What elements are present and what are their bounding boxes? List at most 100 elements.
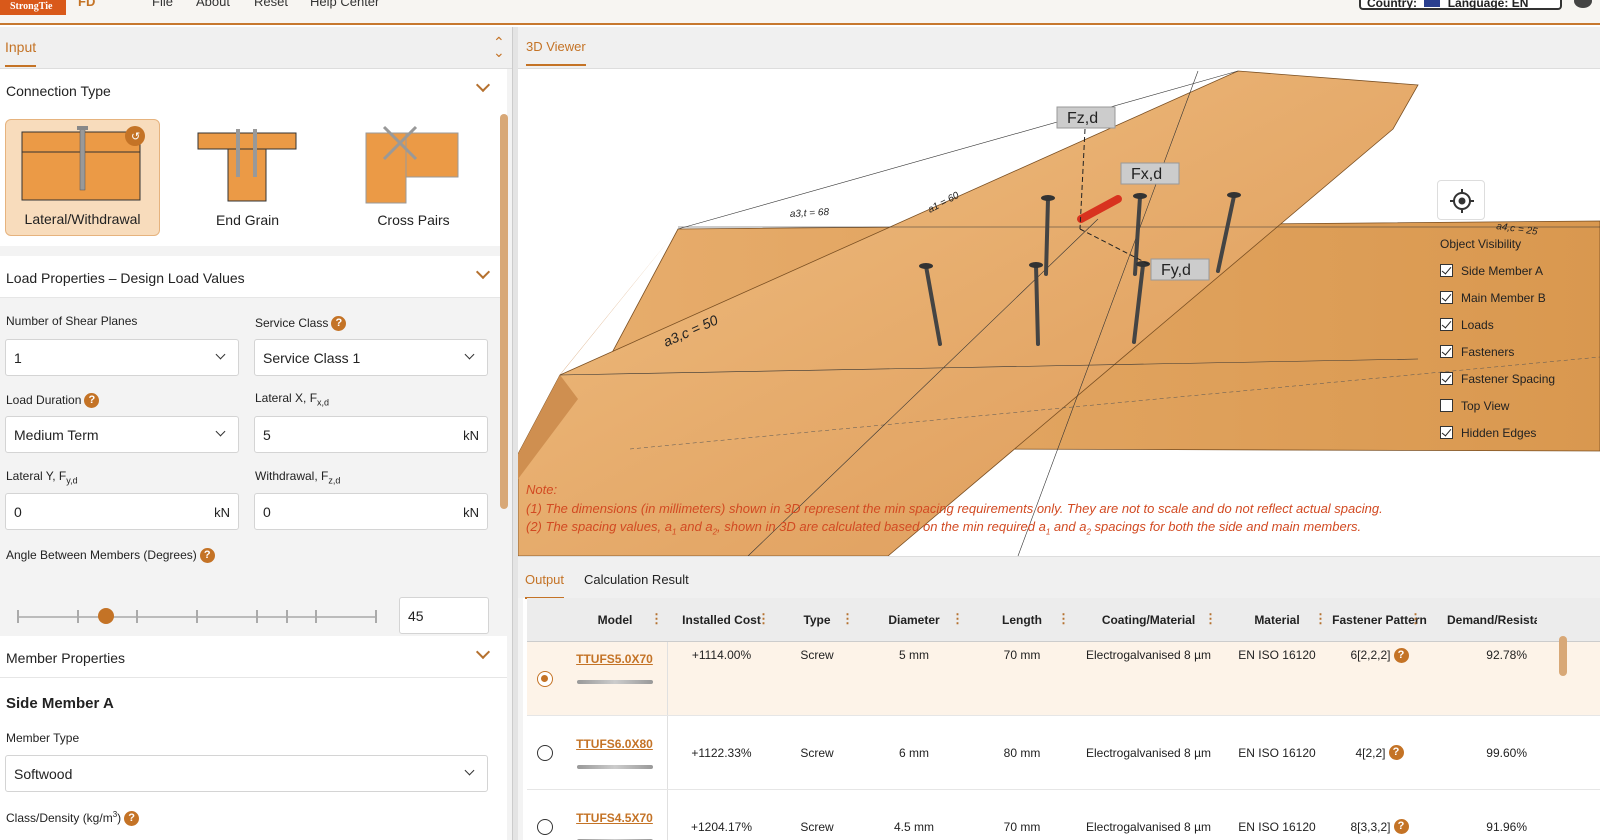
connection-cross-pairs[interactable]: Cross Pairs [336, 119, 491, 236]
row-radio[interactable] [536, 744, 553, 761]
help-icon[interactable]: ? [1393, 819, 1409, 834]
slider-tick [255, 610, 258, 623]
column-header[interactable]: Model ⋮ [562, 598, 668, 642]
tab-calculation-result[interactable]: Calculation Result [584, 572, 689, 587]
help-icon[interactable]: ? [124, 811, 140, 827]
table-row[interactable]: TTUFS5.0X70 +1114.00% Screw 5 mm 70 mm Electr… [527, 642, 1600, 716]
chevron-down-icon[interactable] [475, 77, 491, 93]
checkbox-checked[interactable] [1440, 291, 1453, 304]
column-header-label: Coating/Material [1101, 613, 1196, 627]
lateral-x-input[interactable]: 5 kN [254, 416, 488, 453]
connection-end-grain[interactable]: End Grain [170, 119, 325, 236]
strongtie-logo[interactable]: StrongTie [0, 0, 66, 15]
scrollbar-thumb[interactable] [500, 114, 508, 509]
unit-label: kN [214, 505, 230, 520]
visibility-toggle[interactable]: Main Member B [1440, 284, 1555, 311]
coating-value: Electrogalvanised 8 µm [1086, 745, 1211, 760]
visibility-toggle[interactable]: Fasteners [1440, 338, 1555, 365]
model-link[interactable]: TTUFS6.0X80 [576, 737, 653, 751]
menu-about[interactable]: About [196, 0, 230, 9]
row-radio[interactable] [536, 818, 553, 835]
column-menu-icon[interactable]: ⋮ [1409, 612, 1422, 626]
collapse-panel-icon[interactable]: ⌃ ⌄ [493, 35, 505, 59]
force-label-fy: Fy,d [1161, 262, 1191, 279]
column-header[interactable]: Installed Cost ⋮ [668, 598, 775, 642]
model-link[interactable]: TTUFS5.0X70 [576, 652, 653, 666]
visibility-toggle[interactable]: Hidden Edges [1440, 419, 1555, 446]
withdrawal-input[interactable]: 0 kN [254, 493, 488, 530]
column-menu-icon[interactable]: ⋮ [841, 612, 854, 626]
column-header[interactable]: Type ⋮ [775, 598, 859, 642]
help-icon[interactable]: ? [331, 316, 347, 332]
connection-label: Cross Pairs [377, 212, 450, 228]
lateral-y-input[interactable]: 0 kN [5, 493, 239, 530]
member-properties-header[interactable]: Member Properties [0, 636, 507, 678]
menu-help-center[interactable]: Help Center [310, 0, 379, 9]
menu-reset[interactable]: Reset [254, 0, 288, 9]
column-header[interactable]: Demand/Resistance % Lateral [1427, 598, 1557, 642]
column-header[interactable]: Diameter ⋮ [859, 598, 969, 642]
load-duration-select[interactable]: Medium Term [5, 416, 239, 453]
lateral-y-label: Lateral Y, Fy,d [6, 469, 78, 486]
country-language-selector[interactable]: Country: Language: EN [1359, 0, 1562, 10]
slider-tick [76, 610, 79, 623]
help-icon[interactable]: ? [84, 393, 100, 409]
member-type-select[interactable]: Softwood [5, 755, 488, 792]
menu-file[interactable]: File [152, 0, 173, 9]
service-class-label: Service Class? [255, 316, 347, 332]
visibility-toggle[interactable]: Top View [1440, 392, 1555, 419]
screw-thumbnail [576, 764, 653, 769]
visibility-toggle[interactable]: Fastener Spacing [1440, 365, 1555, 392]
model-link[interactable]: TTUFS4.5X70 [576, 811, 653, 825]
table-row[interactable]: TTUFS6.0X80 +1122.33% Screw 6 mm 80 mm Electr… [527, 716, 1600, 790]
help-icon[interactable]: ? [199, 548, 215, 564]
service-class-select[interactable]: Service Class 1 [254, 339, 488, 376]
connection-lateral-withdrawal[interactable]: ↺ Lateral/Withdrawal [5, 119, 160, 236]
tab-3d-viewer[interactable]: 3D Viewer [526, 39, 586, 66]
output-tab-bar: Output Calculation Result [518, 556, 1600, 599]
column-header[interactable]: Fastener Pattern ⋮ [1332, 598, 1427, 642]
connection-type-header[interactable]: Connection Type [0, 69, 507, 111]
svg-text:↺: ↺ [131, 130, 140, 143]
column-menu-icon[interactable]: ⋮ [1204, 612, 1217, 626]
visibility-toggle[interactable]: Side Member A [1440, 257, 1555, 284]
row-radio[interactable] [536, 670, 553, 687]
lateral-x-label: Lateral X, Fx,d [255, 391, 330, 408]
table-row[interactable]: TTUFS4.5X70 +1204.17% Screw 4.5 mm 70 mm Elec… [527, 790, 1600, 840]
recenter-view-button[interactable] [1437, 180, 1485, 220]
model-cell: TTUFS5.0X70 [562, 642, 668, 715]
3d-viewer-canvas[interactable]: Fz,d Fx,d Fy,d a3,t = 68 a1 = 60 a3,c = … [518, 69, 1600, 556]
tab-input[interactable]: Input [5, 39, 37, 67]
viewer-tab-bar: 3D Viewer [518, 27, 1600, 69]
column-header[interactable]: Length ⋮ [969, 598, 1075, 642]
visibility-toggle[interactable]: Loads [1440, 311, 1555, 338]
checkbox-checked[interactable] [1440, 426, 1453, 439]
chevron-down-icon[interactable] [475, 644, 491, 660]
gear-icon[interactable] [1574, 0, 1592, 8]
checkbox-checked[interactable] [1440, 372, 1453, 385]
column-header[interactable]: Coating/Material ⋮ [1075, 598, 1222, 642]
scrollbar-thumb[interactable] [1559, 636, 1567, 676]
column-menu-icon[interactable]: ⋮ [951, 612, 964, 626]
chevron-down-icon[interactable] [475, 264, 491, 280]
help-icon[interactable]: ? [1393, 648, 1409, 663]
input-scrollbar[interactable] [500, 99, 508, 840]
help-icon[interactable]: ? [1388, 745, 1404, 760]
column-header[interactable]: Material ⋮ [1222, 598, 1332, 642]
column-menu-icon[interactable]: ⋮ [1057, 612, 1070, 626]
checkbox-checked[interactable] [1440, 264, 1453, 277]
tab-output[interactable]: Output [525, 572, 565, 599]
3d-scene[interactable]: Fz,d Fx,d Fy,d a3,t = 68 a1 = 60 a3,c = … [518, 69, 1600, 556]
checkbox-checked[interactable] [1440, 345, 1453, 358]
angle-input[interactable]: 45 [399, 597, 489, 634]
angle-slider-thumb[interactable] [98, 608, 114, 624]
column-menu-icon[interactable]: ⋮ [1314, 612, 1327, 626]
results-scrollbar[interactable] [1559, 598, 1567, 840]
column-menu-icon[interactable]: ⋮ [757, 612, 770, 626]
load-properties-header[interactable]: Load Properties – Design Load Values [0, 256, 507, 298]
column-menu-icon[interactable]: ⋮ [650, 612, 663, 626]
visibility-label: Top View [1461, 398, 1510, 413]
checkbox-checked[interactable] [1440, 318, 1453, 331]
shear-planes-select[interactable]: 1 [5, 339, 239, 376]
checkbox-unchecked[interactable] [1440, 399, 1453, 412]
